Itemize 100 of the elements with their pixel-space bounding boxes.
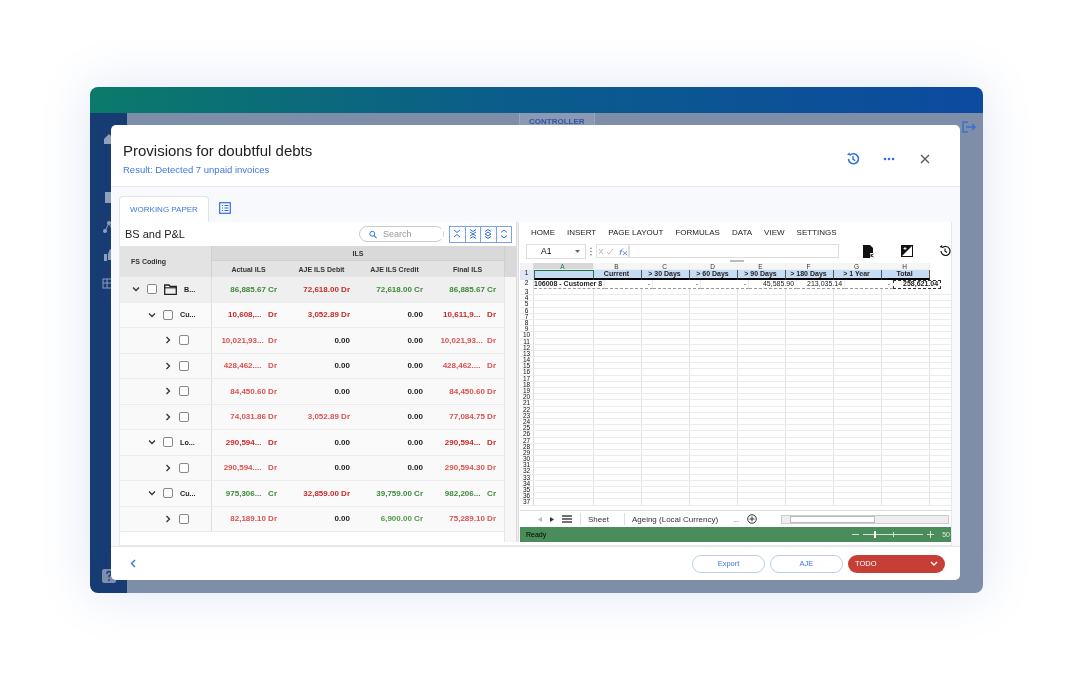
table-cell-text: 0.00 — [333, 385, 351, 398]
expand-all-button[interactable] — [480, 225, 497, 243]
dropdown-icon — [575, 249, 581, 253]
table-cell-text: 6,900.00 Cr — [379, 513, 424, 526]
table-cell-text: 290,594... Dr — [224, 436, 278, 449]
expand-toggle[interactable] — [164, 336, 172, 345]
back-button[interactable] — [130, 559, 136, 568]
expand-toggle[interactable] — [164, 361, 172, 370]
table-cell-text: 428,462.... Dr — [222, 360, 278, 373]
folder-icon — [164, 283, 177, 295]
table-cell-text: 0.00 — [406, 360, 424, 373]
history-button[interactable] — [844, 151, 862, 167]
chevron-down-icon — [132, 285, 140, 294]
table-cell-text: 75,289.10 Dr — [448, 513, 497, 526]
table-cell-text: 72,618.00 Dr — [302, 283, 351, 296]
table-cell-text: 0.00 — [406, 436, 424, 449]
table-cell-text: 84,450.60 Dr — [448, 385, 497, 398]
table-cell-text: 10,021,93... Dr — [220, 334, 278, 347]
expand-toggle[interactable] — [164, 387, 172, 396]
row-checkbox[interactable] — [163, 309, 173, 320]
expand-toggle[interactable] — [132, 285, 140, 294]
chevron-down-up-icon — [453, 229, 462, 239]
logout-icon — [962, 121, 976, 133]
zoom-in-icon — [927, 531, 935, 538]
table-cell-text: 0.00 — [333, 360, 351, 373]
menu-tab[interactable]: FORMULAS — [669, 227, 726, 237]
expand-toggle[interactable] — [164, 412, 172, 421]
sheet-tab[interactable]: Ageing (Local Currency) — [623, 513, 726, 525]
table-cell-text: 39,759.00 Cr — [375, 487, 424, 500]
row-checkbox[interactable] — [163, 488, 173, 499]
table-cell-text: 428,462.... Dr — [441, 360, 497, 373]
menu-tab[interactable]: SETTINGS — [790, 227, 843, 237]
chevron-down-icon — [930, 561, 938, 566]
menu-tab[interactable]: INSERT — [561, 227, 603, 237]
vertical-scrollbar[interactable] — [504, 277, 516, 542]
expand-collapse-button[interactable] — [449, 225, 466, 243]
menu-tab[interactable]: PAGE LAYOUT — [602, 227, 670, 237]
menu-tab[interactable]: HOME — [525, 227, 561, 237]
menu-tab[interactable]: DATA — [725, 227, 759, 237]
dialog-title: Provisions for doubtful debts — [123, 142, 313, 159]
row-checkbox[interactable] — [163, 437, 173, 448]
formula-field[interactable] — [629, 244, 839, 258]
chevron-right-icon — [164, 387, 172, 396]
menu-tab[interactable]: VIEW — [758, 227, 791, 237]
previous-sheet-icon — [538, 516, 542, 522]
table-cell-text: 0.00 — [406, 462, 424, 475]
table-cell-text: 84,450.60 Dr — [229, 385, 278, 398]
expand-toggle[interactable] — [148, 489, 156, 498]
double-chevron-down-up-icon — [468, 229, 477, 239]
table-cell-text: 10,611,9... Dr — [442, 309, 497, 322]
table-cell-text: 86,885.67 Cr — [229, 283, 278, 296]
table-cell-text: 10,608,... Dr — [227, 309, 278, 322]
chevron-down-icon — [148, 489, 156, 498]
drag-handle-icon — [590, 246, 593, 256]
table-cell-text: 86,885.67 Cr — [448, 283, 497, 296]
row-checkbox[interactable] — [179, 513, 189, 524]
table-cell-text: 74,031.86 Dr — [229, 411, 278, 424]
history-icon — [846, 152, 860, 166]
selected-cell[interactable] — [534, 270, 594, 280]
horizontal-scrollbar[interactable] — [781, 514, 949, 524]
expand-toggle[interactable] — [164, 463, 172, 472]
table-cell-text: 290,594... Dr — [443, 436, 497, 449]
row-checkbox[interactable] — [179, 360, 189, 371]
chevron-right-icon — [164, 514, 172, 523]
name-box[interactable]: A1 — [526, 243, 587, 259]
table-cell-text: 290,594.30 Dr — [443, 462, 497, 475]
next-sheet-icon — [550, 516, 554, 522]
expand-toggle[interactable] — [148, 310, 156, 319]
table-cell-text: 0.00 — [406, 309, 424, 322]
chevron-right-icon — [164, 361, 172, 370]
expand-toggle[interactable] — [148, 438, 156, 447]
list-icon — [218, 202, 231, 214]
table-cell-text: 72,618.00 Cr — [375, 283, 424, 296]
sheet-tab[interactable]: Sheet — [580, 513, 616, 525]
table-cell-text: 0.00 — [333, 462, 351, 475]
save-file-icon — [863, 244, 875, 258]
chevron-right-icon — [164, 463, 172, 472]
panel-title: BS and P&L — [125, 228, 186, 240]
zoom-out-icon — [852, 531, 860, 538]
chevron-down-icon — [148, 438, 156, 447]
row-checkbox[interactable] — [179, 386, 189, 397]
table-cell-text: 32,859.00 Dr — [302, 487, 351, 500]
table-cell-text: 0.00 — [333, 513, 351, 526]
double-chevron-up-down-icon — [484, 229, 493, 239]
chevron-down-icon — [148, 310, 156, 319]
table-cell-text: 10,021,93... Dr — [439, 334, 497, 347]
table-cell-text: 0.00 — [406, 411, 424, 424]
table-cell-text: 0.00 — [406, 334, 424, 347]
table-cell-text: 0.00 — [333, 436, 351, 449]
tab[interactable]: WORKING PAPER — [119, 196, 209, 222]
menu-icon — [562, 515, 572, 523]
table-cell-text: 975,306... Cr — [224, 487, 278, 500]
row-checkbox[interactable] — [179, 462, 189, 473]
chevron-right-icon — [164, 336, 172, 345]
expand-toggle[interactable] — [164, 514, 172, 523]
row-checkbox[interactable] — [179, 335, 189, 346]
row-checkbox[interactable] — [147, 284, 157, 295]
row-checkbox[interactable] — [179, 411, 189, 422]
table-cell-text: 0.00 — [406, 385, 424, 398]
table-cell-text: 0.00 — [333, 334, 351, 347]
